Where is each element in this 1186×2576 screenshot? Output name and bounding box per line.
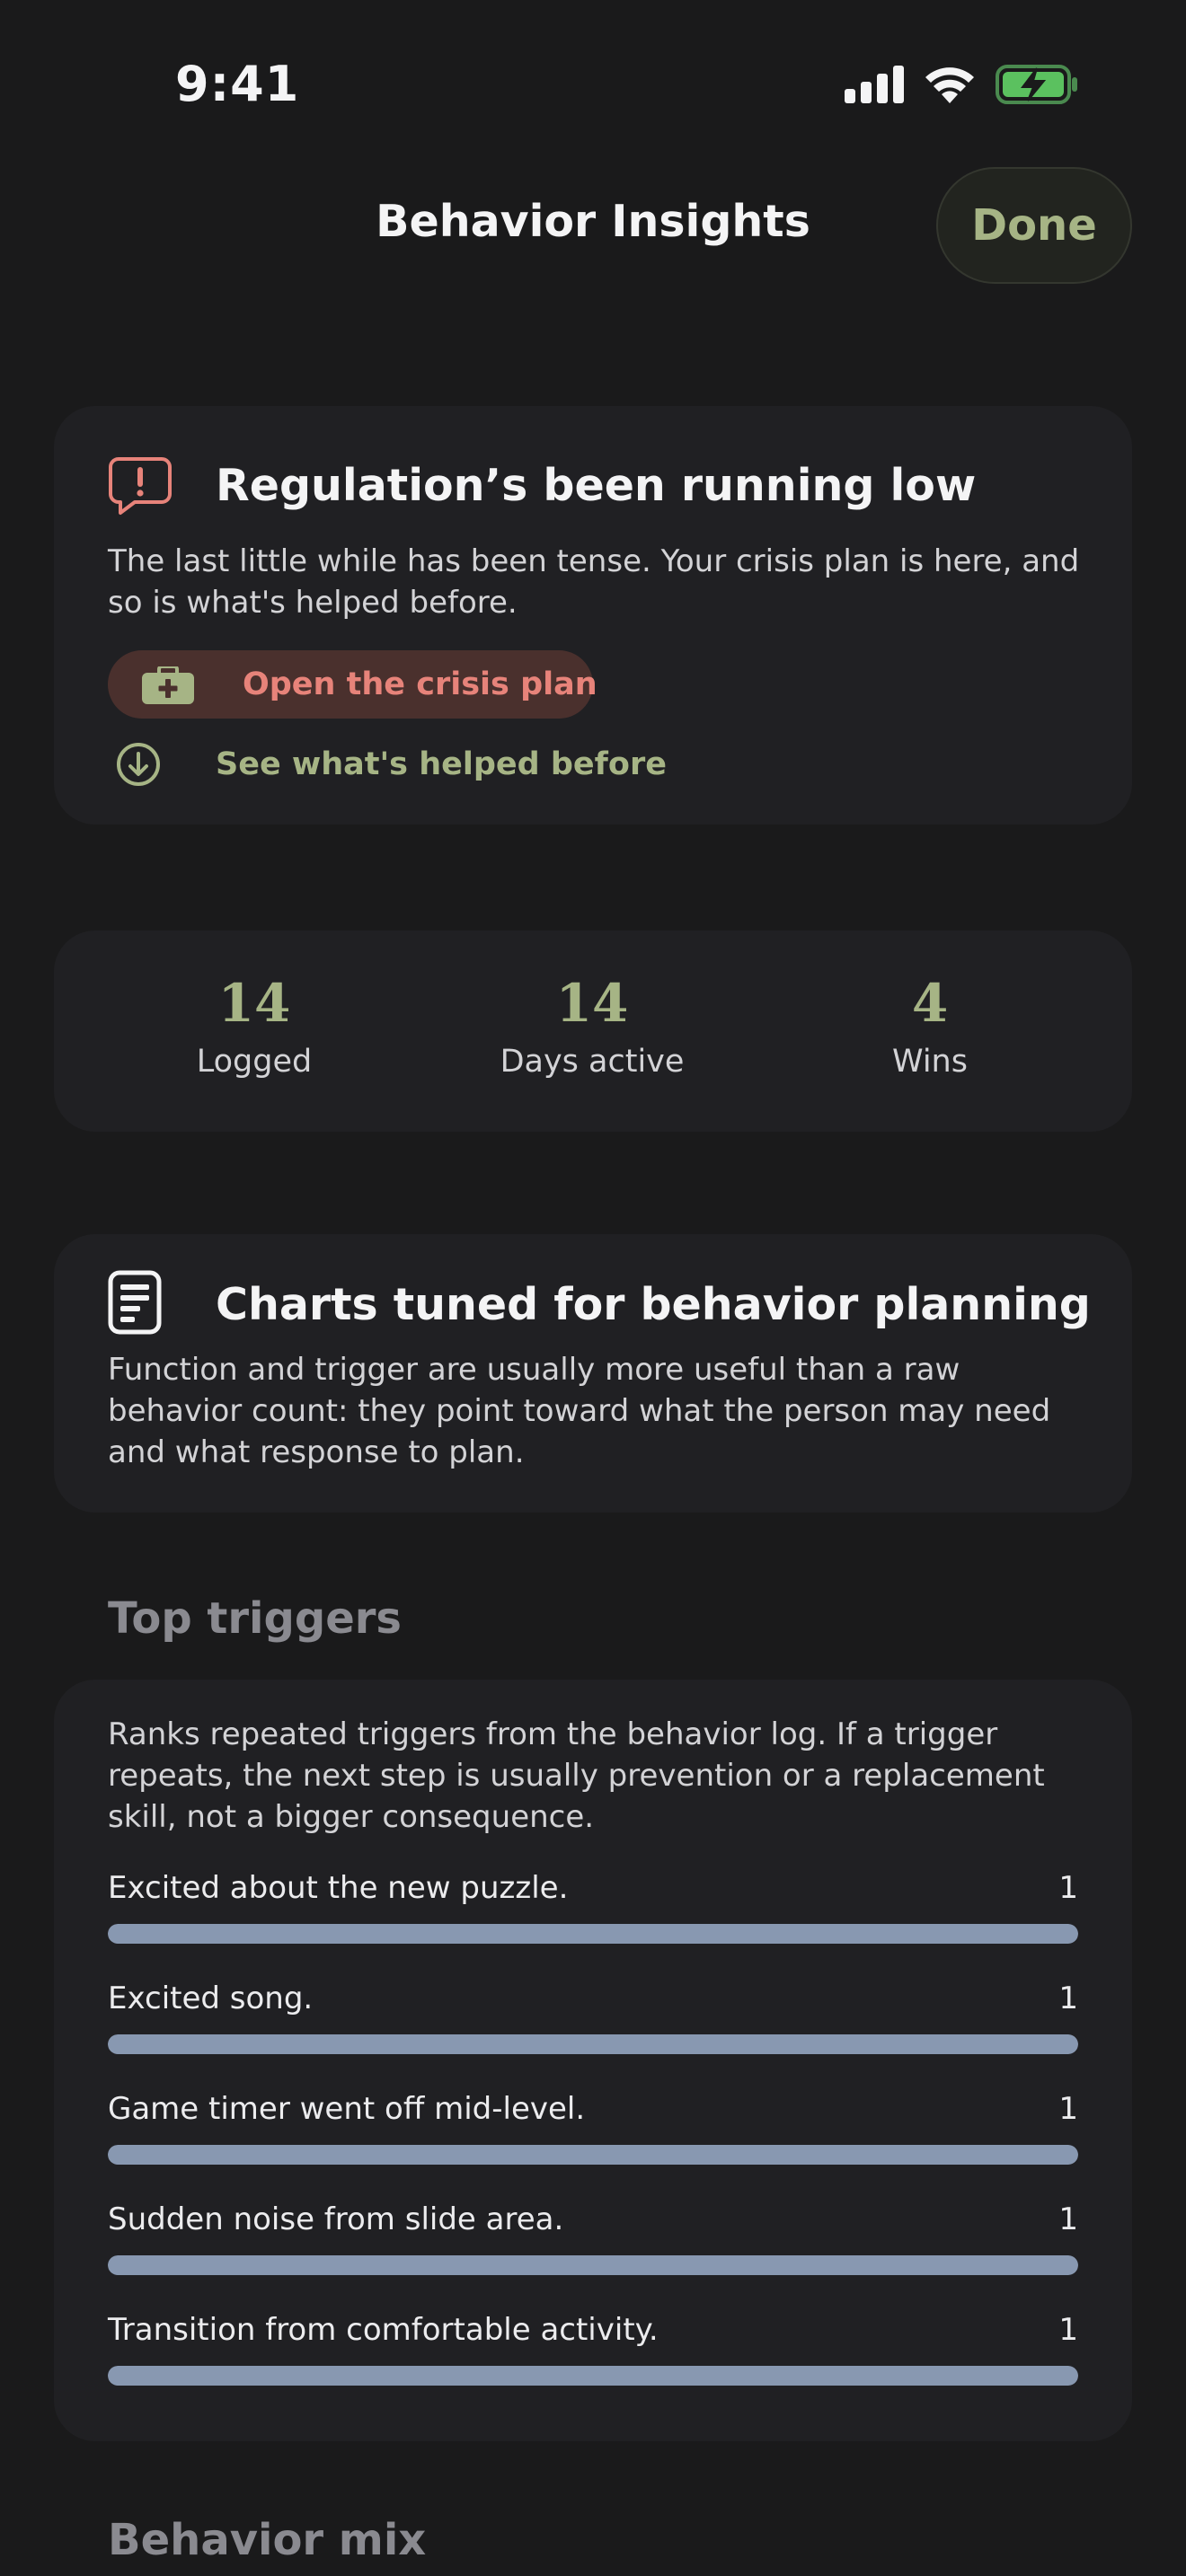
trigger-bar-track <box>108 2366 1078 2386</box>
trigger-bar-track <box>108 2145 1078 2165</box>
stat-wins: 4 Wins <box>795 974 1065 1080</box>
see-what-helped-link[interactable]: See what's helped before <box>108 734 737 797</box>
trigger-bar-fill <box>108 1924 1078 1944</box>
trigger-count: 1 <box>1058 1870 1078 1906</box>
charts-info-card: Charts tuned for behavior planning Funct… <box>54 1234 1132 1513</box>
trigger-bar-fill <box>108 2145 1078 2165</box>
battery-charging-icon <box>996 65 1077 104</box>
done-button[interactable]: Done <box>936 167 1132 284</box>
stat-value: 4 <box>911 973 949 1034</box>
charts-info-body: Function and trigger are usually more us… <box>108 1352 1051 1470</box>
trigger-count: 1 <box>1058 2312 1078 2348</box>
trigger-count: 1 <box>1058 1981 1078 2016</box>
open-crisis-plan-label: Open the crisis plan <box>243 666 597 702</box>
trigger-count: 1 <box>1058 2201 1078 2237</box>
trigger-label: Excited about the new puzzle. <box>108 1870 569 1906</box>
crisis-card-title: Regulation’s been running low <box>216 460 977 511</box>
cellular-signal-icon <box>845 66 904 103</box>
crisis-card-body: The last little while has been tense. Yo… <box>108 543 1080 621</box>
trigger-bar-fill <box>108 2034 1078 2054</box>
wifi-icon <box>925 67 974 103</box>
trigger-row: Game timer went off mid-level. 1 <box>108 2091 1078 2181</box>
trigger-bar-track <box>108 1924 1078 1944</box>
status-time: 9:41 <box>175 56 300 112</box>
trigger-bar-fill <box>108 2255 1078 2275</box>
top-triggers-heading: Top triggers <box>108 1593 402 1644</box>
stats-card: 14 Logged 14 Days active 4 Wins <box>54 931 1132 1132</box>
open-crisis-plan-button[interactable]: Open the crisis plan <box>108 650 597 719</box>
status-bar: 9:41 <box>0 0 1186 171</box>
top-triggers-card: Ranks repeated triggers from the behavio… <box>54 1680 1132 2441</box>
trigger-row: Excited song. 1 <box>108 1981 1078 2070</box>
stat-logged: 14 Logged <box>119 974 389 1080</box>
stat-value: 14 <box>555 973 629 1034</box>
document-icon <box>108 1270 162 1335</box>
alert-speech-bubble-icon <box>109 457 172 515</box>
trigger-label: Transition from comfortable activity. <box>108 2312 659 2348</box>
charts-info-title: Charts tuned for behavior planning <box>216 1279 1091 1330</box>
stat-days-active: 14 Days active <box>457 974 727 1080</box>
stat-value: 14 <box>217 973 291 1034</box>
stat-label: Days active <box>500 1044 685 1080</box>
trigger-bar-track <box>108 2034 1078 2054</box>
behavior-mix-heading: Behavior mix <box>108 2515 427 2565</box>
trigger-bar-track <box>108 2255 1078 2275</box>
crisis-alert-card: Regulation’s been running low The last l… <box>54 406 1132 825</box>
see-what-helped-label: See what's helped before <box>216 746 667 782</box>
trigger-row: Transition from comfortable activity. 1 <box>108 2312 1078 2402</box>
stat-label: Wins <box>892 1044 968 1080</box>
trigger-count: 1 <box>1058 2091 1078 2127</box>
trigger-row: Sudden noise from slide area. 1 <box>108 2201 1078 2291</box>
stat-label: Logged <box>196 1044 313 1080</box>
arrow-down-circle-icon <box>117 743 160 786</box>
trigger-row: Excited about the new puzzle. 1 <box>108 1870 1078 1960</box>
first-aid-kit-icon <box>142 666 194 704</box>
screen: 9:41 Behavior Insights Done Regulation’s… <box>0 0 1186 2576</box>
trigger-label: Sudden noise from slide area. <box>108 2201 564 2237</box>
trigger-bar-fill <box>108 2366 1078 2386</box>
status-icons <box>845 65 1078 104</box>
trigger-label: Game timer went off mid-level. <box>108 2091 586 2127</box>
top-triggers-description: Ranks repeated triggers from the behavio… <box>108 1716 1045 1835</box>
trigger-label: Excited song. <box>108 1981 314 2016</box>
